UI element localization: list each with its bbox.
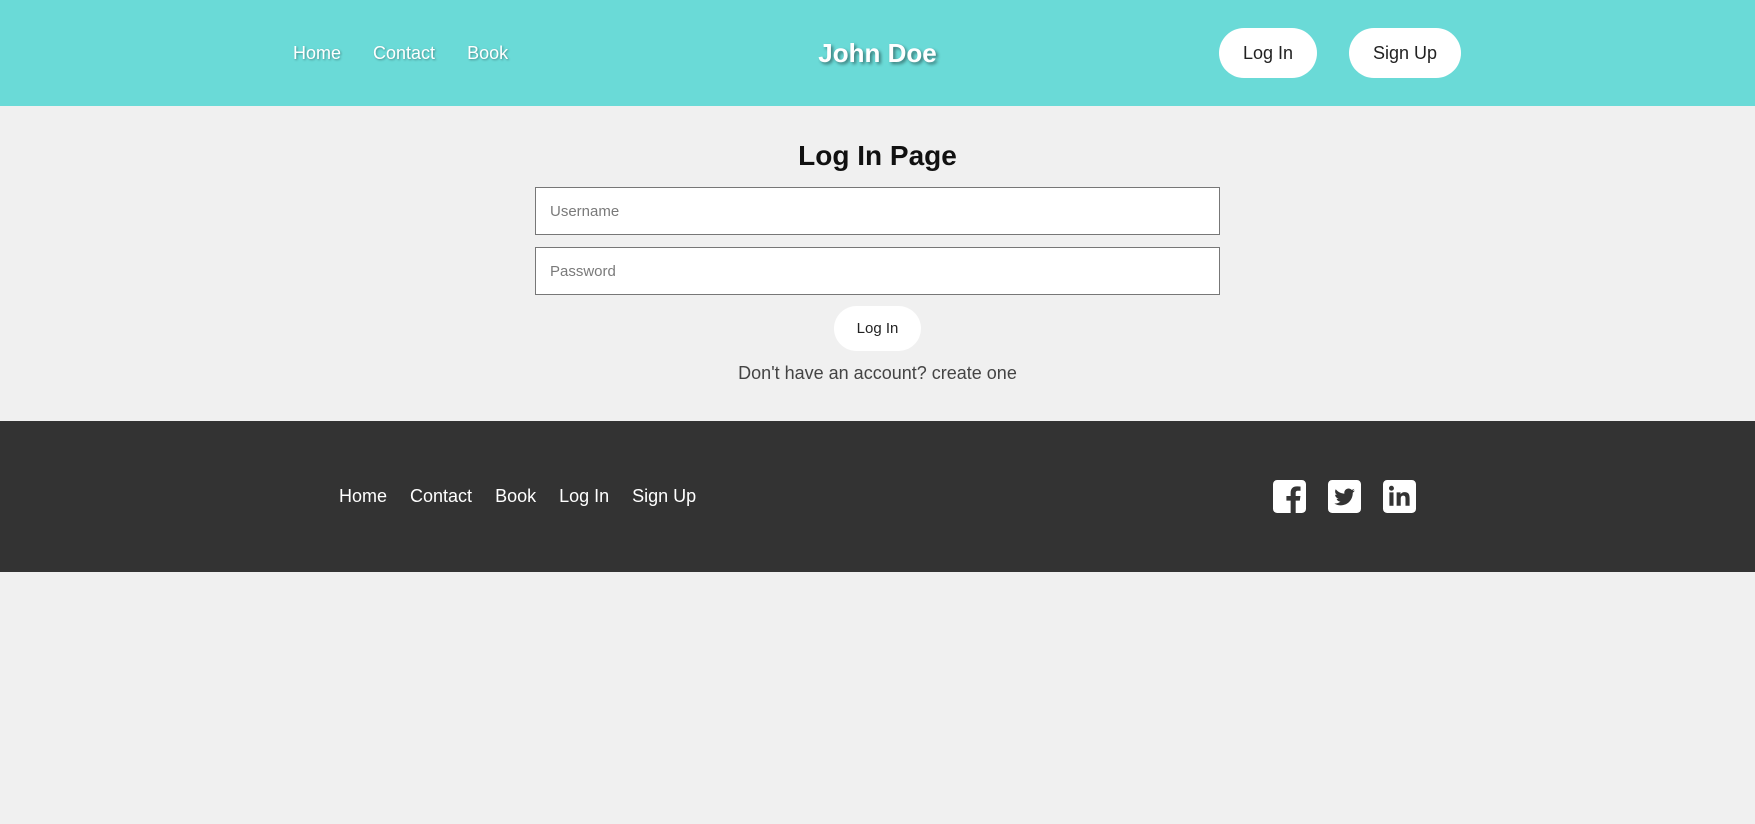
footer-link-login[interactable]: Log In — [559, 486, 609, 507]
nav-link-home[interactable]: Home — [293, 43, 341, 64]
social-links — [1273, 480, 1416, 513]
page-title: Log In Page — [798, 140, 957, 171]
twitter-icon[interactable] — [1328, 480, 1361, 513]
header-nav: Home Contact Book — [293, 0, 508, 106]
site-header: Home Contact Book John Doe Log In Sign U… — [0, 0, 1755, 106]
create-account-link[interactable]: create one — [932, 363, 1017, 383]
signup-prompt-text: Don't have an account? — [738, 363, 927, 383]
header-login-button[interactable]: Log In — [1219, 28, 1317, 78]
footer-link-home[interactable]: Home — [339, 486, 387, 507]
site-footer: Home Contact Book Log In Sign Up — [0, 421, 1755, 572]
footer-link-book[interactable]: Book — [495, 486, 536, 507]
footer-link-contact[interactable]: Contact — [410, 486, 472, 507]
facebook-icon[interactable] — [1273, 480, 1306, 513]
nav-link-book[interactable]: Book — [467, 43, 508, 64]
site-brand: John Doe — [818, 38, 937, 68]
footer-nav: Home Contact Book Log In Sign Up — [339, 421, 696, 572]
linkedin-icon[interactable] — [1383, 480, 1416, 513]
username-input[interactable] — [535, 187, 1220, 235]
footer-link-signup[interactable]: Sign Up — [632, 486, 696, 507]
signup-prompt: Don't have an account? create one — [0, 363, 1755, 384]
header-signup-button[interactable]: Sign Up — [1349, 28, 1461, 78]
login-submit-button[interactable]: Log In — [834, 306, 921, 351]
nav-link-contact[interactable]: Contact — [373, 43, 435, 64]
password-input[interactable] — [535, 247, 1220, 295]
